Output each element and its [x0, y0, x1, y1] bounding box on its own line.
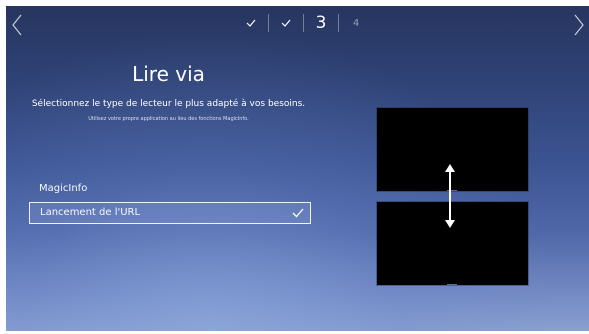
checkmark-icon [281, 19, 291, 27]
step-3-current: 3 [315, 13, 327, 33]
option-label: MagicInfo [39, 183, 88, 194]
step-1-completed [234, 9, 268, 37]
option-url-launcher[interactable]: Lancement de l'URL [29, 202, 311, 224]
step-2-completed [269, 9, 303, 37]
setup-screen: 3 4 Lire via Sélectionnez le type de lec… [6, 6, 589, 331]
vertical-double-arrow-icon [445, 164, 455, 228]
step-4-upcoming: 4 [352, 17, 360, 29]
page-title: Lire via [132, 62, 205, 86]
page-hint: Utilisez votre propre application au lie… [88, 116, 249, 122]
chevron-left-icon [12, 14, 22, 36]
option-magicinfo[interactable]: MagicInfo [29, 178, 311, 200]
back-arrow-button[interactable] [8, 11, 26, 39]
screen-stand [447, 284, 457, 285]
player-type-list: MagicInfo Lancement de l'URL [29, 178, 311, 226]
next-arrow-button[interactable] [570, 11, 588, 39]
checkmark-icon [246, 19, 256, 27]
page-subtitle: Sélectionnez le type de lecteur le plus … [31, 99, 306, 109]
chevron-right-icon [574, 14, 584, 36]
option-label: Lancement de l'URL [40, 207, 141, 218]
checkmark-icon [292, 208, 304, 218]
step-indicator: 3 4 [234, 9, 373, 37]
